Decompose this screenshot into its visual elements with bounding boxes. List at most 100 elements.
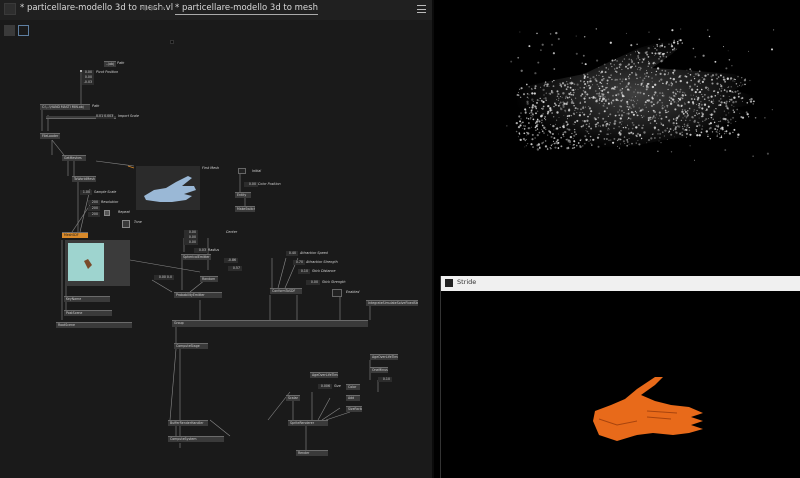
sample-scale-value[interactable]: 1.00 (80, 190, 92, 195)
color-position-value[interactable]: 0.00 (244, 182, 258, 187)
computesystem-node[interactable]: ComputeSystem (168, 436, 224, 442)
computestage-node[interactable]: ComputeStage (174, 343, 208, 349)
particle-dot (771, 109, 773, 111)
particle-dot (596, 123, 598, 125)
center-z-value[interactable]: 0.00 (184, 240, 198, 245)
path-pin-node[interactable]: ..\obj (104, 61, 116, 67)
particle-dot (731, 98, 733, 100)
particle-dot (672, 48, 674, 51)
stick-distance-value[interactable]: 0.10 (298, 269, 310, 274)
pivot-z-value[interactable]: -0.03 (82, 80, 94, 85)
particle-dot (684, 94, 686, 96)
tone-toggle[interactable] (122, 220, 130, 228)
ageoverlifetime-node-2[interactable]: AgeOverLifeTime (370, 354, 398, 360)
particle-dot (549, 33, 552, 35)
particle-dot (739, 92, 741, 95)
particle-dot (523, 132, 526, 135)
getentity-node[interactable]: Entity (235, 192, 251, 198)
particle-dot (550, 132, 552, 134)
particle-dot (680, 28, 682, 30)
random-a-value[interactable]: -0.86 (224, 258, 238, 263)
particle-dot (731, 91, 734, 93)
particle-dot (536, 110, 539, 112)
particle-dot (613, 64, 615, 66)
particle-dot (523, 128, 526, 130)
getmeshes-node[interactable]: GetMeshes (62, 155, 86, 161)
meshsdf-node[interactable]: MeshSDF (62, 232, 88, 238)
resolution-x-value[interactable]: 200 (88, 200, 100, 205)
particle-dot (638, 66, 639, 68)
particle-dot (712, 99, 715, 101)
oneminus-node[interactable]: OneMinus (370, 367, 388, 373)
probability-value[interactable]: 0.00 0.0 (154, 275, 174, 280)
particle-dot (728, 132, 732, 135)
particle-dot (677, 115, 680, 118)
particle-dot (595, 119, 597, 120)
render-node[interactable]: Render (296, 450, 328, 456)
ageoverlifetime-node-1[interactable]: AgeOverLifeTime (310, 372, 338, 378)
random-b-value[interactable]: 0.57 (228, 266, 242, 271)
particle-dot (603, 63, 606, 66)
color-node[interactable]: Color (346, 384, 360, 390)
group-node[interactable]: Group (172, 320, 368, 327)
particle-dot (543, 84, 546, 87)
keyname-node[interactable]: KeyName (64, 296, 110, 302)
particle-dot (555, 123, 557, 125)
particle-dot (613, 68, 616, 70)
age-value[interactable]: 0.10 (378, 377, 392, 382)
scalar-node[interactable]: Scalar (286, 395, 300, 401)
conformtosdf-node[interactable]: ConformToSDF (270, 288, 302, 294)
particle-dot (628, 58, 631, 61)
toworldmesh-node[interactable]: ToWorldMesh (72, 176, 96, 182)
probabilityemitter-node[interactable]: ProbabilityEmitter (174, 292, 222, 298)
resolution-y-value[interactable]: 200 (88, 206, 100, 211)
random-node[interactable]: Random (200, 276, 218, 282)
particle-dot (644, 57, 646, 59)
particle-dot (726, 77, 729, 80)
particle-dot (666, 51, 669, 54)
particle-dot (583, 77, 586, 79)
stride-title-bar[interactable]: Stride (441, 276, 800, 291)
particle-dot (708, 87, 710, 89)
attraction-speed-value[interactable]: 0.40 (286, 251, 298, 256)
particle-dot (684, 103, 686, 105)
particle-dot (556, 90, 559, 93)
makeswitch-node[interactable]: MakeSwitch (235, 206, 255, 212)
particle-dot (621, 87, 624, 90)
radius-value[interactable]: 0.03 (194, 248, 208, 253)
integrate-node[interactable]: IntegrateSimulateSolveFixedStep (366, 300, 418, 306)
particle-dot (660, 60, 663, 63)
particle-dot (734, 100, 738, 103)
particle-dot (681, 131, 683, 134)
sphericalemitter-node[interactable]: SphericalEmitter (181, 254, 211, 260)
particle-dot (586, 123, 588, 125)
sizefactor-node[interactable]: SizeFactor (346, 406, 362, 412)
size-value[interactable]: 0.006 (318, 384, 332, 389)
particle-dot (643, 77, 646, 80)
particle-dot (568, 108, 571, 111)
import-scale-value[interactable]: 0.01 0.003 (96, 114, 114, 119)
stick-strength-value[interactable]: 0.00 (306, 280, 320, 285)
particle-dot (703, 78, 706, 81)
particle-dot (579, 139, 581, 142)
particle-dot (710, 95, 713, 98)
add-node[interactable]: Add (346, 395, 360, 401)
enabled-toggle[interactable] (332, 289, 342, 297)
repeat-toggle[interactable] (104, 210, 110, 216)
particle-dot (675, 80, 678, 83)
particle-dot (565, 97, 567, 99)
particle-dot (732, 80, 734, 82)
resolution-z-value[interactable]: 200 (88, 212, 100, 217)
rootscene-node[interactable]: RootScene (56, 322, 132, 328)
particle-dot (569, 82, 572, 85)
particle-dot (661, 105, 663, 107)
bufferrenderhandler-node[interactable]: BufferRenderHandler (168, 420, 208, 426)
filename-node[interactable]: C:\...\HAND MASTI MIN.obj (40, 104, 90, 110)
postscene-node[interactable]: PostScene (64, 310, 112, 316)
fileloader-node[interactable]: FileLoader (40, 133, 60, 139)
initial-toggle[interactable] (238, 168, 246, 174)
attraction-strength-value[interactable]: 0.70 (293, 260, 305, 265)
spriterenderer-node[interactable]: SpriteRenderer (288, 420, 328, 426)
particle-dot (646, 53, 649, 56)
patch-editor[interactable]: * particellare-modello 3d to mesh.vl ◀ ▶… (0, 0, 432, 478)
